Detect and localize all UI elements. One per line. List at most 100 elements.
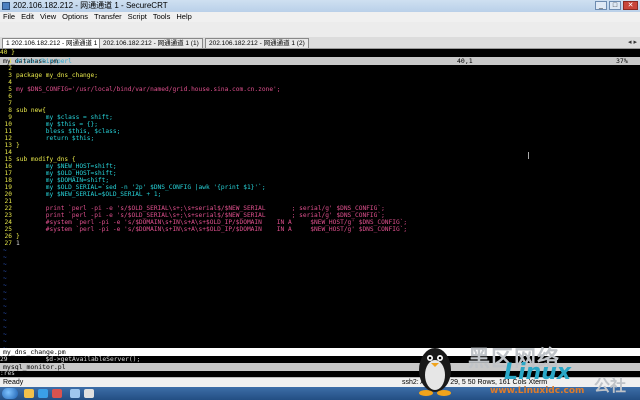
line-number: 9 — [8, 114, 12, 121]
line-number: 13 — [4, 142, 12, 149]
menu-tools[interactable]: Tools — [153, 12, 171, 22]
code-line: 10 my $this = {}; — [0, 121, 98, 128]
code-line: 26} — [0, 233, 20, 240]
code-line: 1 #!/usr/bin/perl — [0, 58, 72, 65]
line-number: 16 — [4, 163, 12, 170]
code-line: 3 package my_dns_change; — [0, 72, 98, 79]
line-number: 8 — [8, 107, 12, 114]
menu-help[interactable]: Help — [176, 12, 191, 22]
code-text: } — [16, 142, 20, 149]
session-tab-bar: 1 202.106.182.212 - 网通通道 1 202.106.182.2… — [0, 37, 640, 49]
code-line: 15 sub modify_dns { — [0, 156, 76, 163]
session-tab-2[interactable]: 202.106.182.212 - 网通通道 1 (1) — [99, 38, 203, 48]
line-number: 25 — [4, 226, 12, 233]
code-text: #!/usr/bin/perl — [16, 58, 72, 65]
start-button[interactable] — [2, 388, 18, 399]
line-number: 19 — [4, 184, 12, 191]
line-number: 7 — [8, 100, 12, 107]
code-line: 27 1 — [0, 240, 20, 247]
session-tab-3[interactable]: 202.106.182.212 - 网通通道 1 (2) — [205, 38, 309, 48]
code-line: 18 my $DOMAIN=shift; — [0, 177, 110, 184]
menu-transfer[interactable]: Transfer — [94, 12, 122, 22]
code-text: } — [16, 233, 20, 240]
code-line: 2 — [0, 65, 16, 72]
code-line: 16 my $NEW_HOST=shift; — [0, 163, 117, 170]
code-text: my $DOMAIN=shift; — [16, 177, 110, 184]
terminal-editor[interactable]: 1 #!/usr/bin/perl 2 3 package my_dns_change;… — [0, 58, 640, 352]
previous-buffer-line: 40 } — [0, 49, 15, 56]
empty-line-tilde: ~ — [3, 282, 7, 289]
line-number: 24 — [4, 219, 12, 226]
bottom-pane-filename: my_dns_change.pm — [3, 348, 66, 356]
code-line: 6 — [0, 93, 16, 100]
line-number: 15 — [4, 156, 12, 163]
code-text: print `perl -pi -e 's/$OLD_SERIAL\s+;\s+… — [16, 212, 385, 219]
code-line: 14 — [0, 149, 16, 156]
code-text: sub new{ — [16, 107, 46, 114]
empty-line-tilde: ~ — [3, 275, 7, 282]
window-controls: _ □ ✕ — [595, 1, 638, 10]
menu-file[interactable]: File — [3, 12, 15, 22]
maximize-button[interactable]: □ — [609, 1, 621, 10]
close-button[interactable]: ✕ — [623, 1, 638, 10]
code-line: 12 return $this; — [0, 135, 95, 142]
window-title: 202.106.182.212 - 网通通道 1 - SecureCRT — [13, 1, 168, 10]
line-number: 4 — [8, 79, 12, 86]
line-number: 26 — [4, 233, 12, 240]
browser-icon[interactable] — [38, 389, 48, 398]
securecrt-taskbar-icon[interactable] — [70, 389, 80, 398]
code-line: 20 my $NEW_SERIAL=$OLD_SERIAL + 1; — [0, 191, 162, 198]
line-number: 22 — [4, 205, 12, 212]
code-text: my $OLD_HOST=shift; — [16, 170, 117, 177]
code-line: 8 sub new{ — [0, 107, 46, 114]
code-line: 4 — [0, 79, 16, 86]
code-text: my $NEW_SERIAL=$OLD_SERIAL + 1; — [16, 191, 162, 198]
minimize-button[interactable]: _ — [595, 1, 607, 10]
empty-line-tilde: ~ — [3, 261, 7, 268]
line-number: 1 — [8, 58, 12, 65]
app-taskbar-icon[interactable] — [84, 389, 94, 398]
line-number: 2 — [8, 65, 12, 72]
watermark-site-text: www.Linuxidc.com — [490, 386, 585, 396]
securecrt-app-icon[interactable] — [2, 2, 10, 10]
line-number: 6 — [8, 93, 12, 100]
menu-edit[interactable]: Edit — [21, 12, 34, 22]
code-line: 17 my $OLD_HOST=shift; — [0, 170, 117, 177]
empty-line-tilde: ~ — [3, 289, 7, 296]
code-text: 1 — [16, 240, 20, 247]
code-line: 19 my $OLD_SERIAL=`sed -n '2p' $DNS_CONF… — [0, 184, 266, 191]
code-line: 23 print `perl -pi -e 's/$OLD_SERIAL\s+;… — [0, 212, 385, 219]
line-number: 14 — [4, 149, 12, 156]
code-text: #system `perl -pi -e 's/$DOMAIN\s+IN\s+A… — [16, 226, 408, 233]
code-text: my $OLD_SERIAL=`sed -n '2p' $DNS_CONFIG … — [16, 184, 266, 191]
explorer-icon[interactable] — [24, 389, 34, 398]
line-number: 12 — [4, 135, 12, 142]
code-line: 9 my $class = shift; — [0, 114, 113, 121]
menu-script[interactable]: Script — [128, 12, 147, 22]
mouse-cursor-icon — [528, 152, 529, 159]
line-number: 11 — [4, 128, 12, 135]
menu-options[interactable]: Options — [62, 12, 88, 22]
code-text: print `perl -pi -e 's/$OLD_SERIAL\s+;\s+… — [16, 205, 385, 212]
linuxidc-watermark: 黑区网络 Linux 公社 www.Linuxidc.com — [414, 340, 640, 398]
code-text: package my_dns_change; — [16, 72, 98, 79]
code-text: my $class = shift; — [16, 114, 113, 121]
empty-line-tilde: ~ — [3, 247, 7, 254]
tab-scroll-arrows-icon[interactable]: ◂ ▸ — [628, 38, 637, 46]
line-number: 20 — [4, 191, 12, 198]
session-tab-1[interactable]: 1 202.106.182.212 - 网通通道 1 — [2, 38, 102, 48]
code-line: 24 #system `perl -pi -e 's/$DOMAIN\s+IN\… — [0, 219, 408, 226]
menu-bar: File Edit View Options Transfer Script T… — [0, 12, 640, 22]
menu-view[interactable]: View — [40, 12, 56, 22]
line-number: 5 — [8, 86, 12, 93]
code-text: bless $this, $class; — [16, 128, 121, 135]
media-icon[interactable] — [52, 389, 62, 398]
empty-line-tilde: ~ — [3, 303, 7, 310]
line-number: 21 — [4, 198, 12, 205]
empty-line-tilde: ~ — [3, 331, 7, 338]
code-line: 13} — [0, 142, 20, 149]
empty-line-tilde: ~ — [3, 254, 7, 261]
code-text: return $this; — [16, 135, 95, 142]
empty-line-tilde: ~ — [3, 317, 7, 324]
toolbar — [0, 22, 640, 38]
